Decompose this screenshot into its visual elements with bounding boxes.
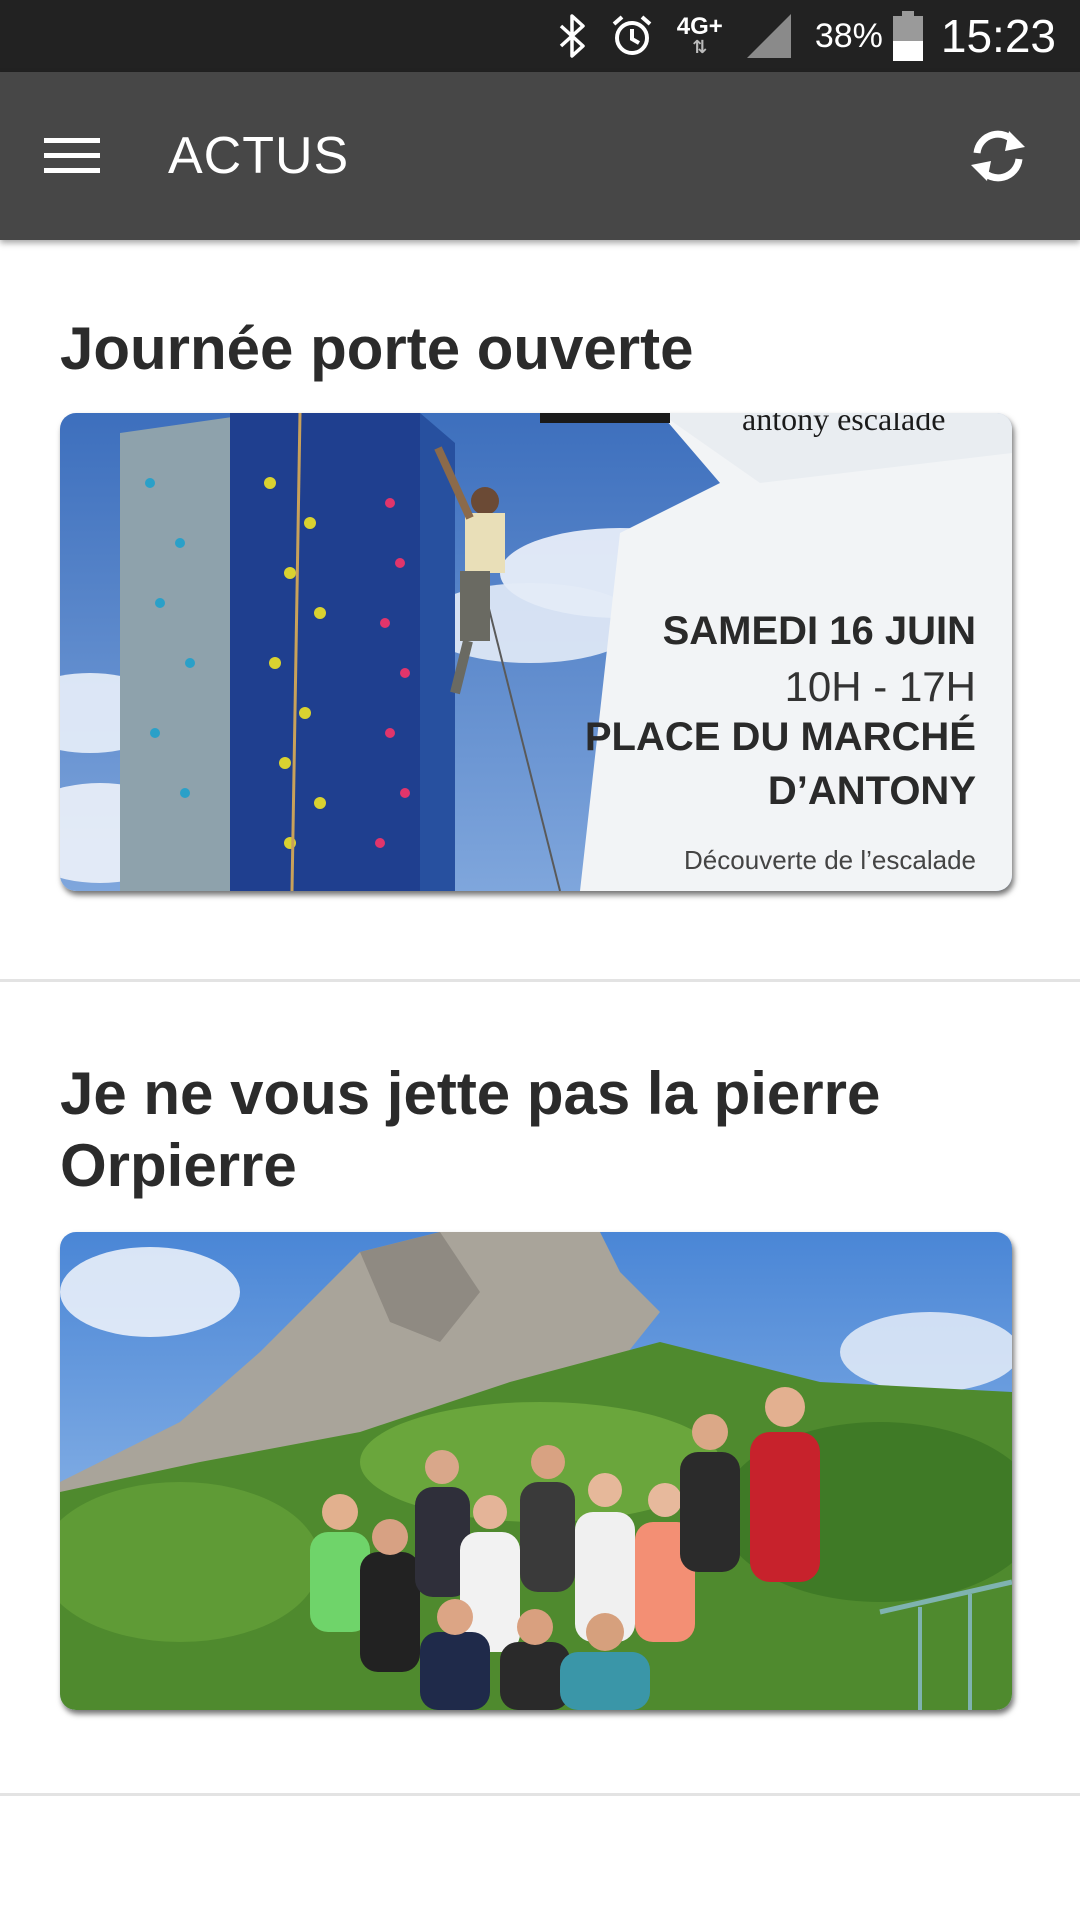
photo-illustration bbox=[60, 1232, 1012, 1710]
climbing-wall-poster[interactable]: antony escalade SAMEDI 16 JUIN 10H - 17H… bbox=[60, 413, 1012, 891]
refresh-button[interactable] bbox=[938, 96, 1058, 216]
poster-place: PLACE DU MARCHÉ bbox=[584, 715, 976, 759]
news-feed: Journée porte ouverte antony escalade SA… bbox=[0, 240, 1080, 1796]
bluetooth-icon bbox=[557, 14, 587, 58]
battery-percentage: 38% bbox=[814, 16, 883, 55]
poster-hours: 10H - 17H bbox=[784, 663, 976, 710]
poster-text-panel: antony escalade SAMEDI 16 JUIN 10H - 17H… bbox=[585, 413, 1012, 891]
hamburger-menu-icon bbox=[44, 138, 100, 173]
network-icon: 4G+ ⇅ bbox=[676, 13, 723, 57]
app-title: ACTUS bbox=[168, 127, 350, 185]
news-item[interactable]: Je ne vous jette pas la pierre Orpierre bbox=[0, 982, 1080, 1796]
clock: 15:23 bbox=[940, 10, 1056, 62]
alarm-icon bbox=[609, 13, 655, 59]
status-bar: 4G+ ⇅ 38% 15:23 bbox=[0, 0, 1080, 72]
group-photo-mountain[interactable] bbox=[60, 1232, 1012, 1710]
poster-brand: antony escalade bbox=[742, 413, 946, 437]
menu-button[interactable] bbox=[12, 96, 132, 216]
refresh-icon bbox=[971, 130, 1025, 182]
network-type: 4G+ bbox=[676, 13, 723, 40]
battery-icon bbox=[892, 11, 923, 61]
poster-city: D’ANTONY bbox=[767, 769, 976, 813]
poster-subtitle: Découverte de l’escalade bbox=[684, 845, 976, 875]
news-item[interactable]: Journée porte ouverte antony escalade SA… bbox=[0, 240, 1080, 982]
signal-icon bbox=[745, 12, 793, 60]
app-bar: ACTUS bbox=[0, 72, 1080, 240]
news-title: Journée porte ouverte bbox=[60, 315, 694, 382]
poster-date: SAMEDI 16 JUIN bbox=[662, 609, 976, 653]
news-title: Je ne vous jette pas la pierre Orpierre bbox=[60, 1060, 881, 1199]
